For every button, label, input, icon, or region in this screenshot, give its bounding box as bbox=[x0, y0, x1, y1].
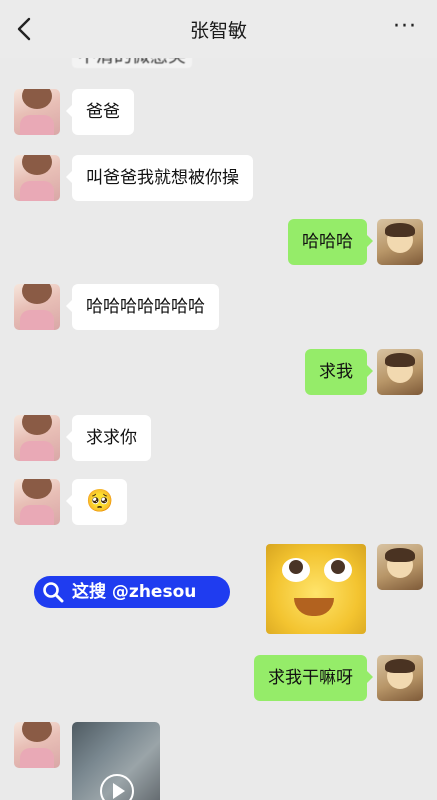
contact-avatar[interactable] bbox=[14, 89, 60, 135]
user-avatar[interactable] bbox=[377, 349, 423, 395]
watermark-badge: 这搜 @zhesou bbox=[34, 576, 230, 608]
play-icon[interactable] bbox=[100, 774, 134, 800]
contact-avatar[interactable] bbox=[14, 722, 60, 768]
contact-avatar[interactable] bbox=[14, 415, 60, 461]
contact-avatar[interactable] bbox=[14, 479, 60, 525]
message-bubble-incoming[interactable]: 求求你 bbox=[66, 415, 151, 461]
chat-title: 张智敏 bbox=[189, 20, 247, 42]
message-list[interactable]: 不清的微感笑 爸爸 叫爸爸我就想被你操 哈哈哈 哈哈哈哈哈哈哈 求我 求求你 🥺… bbox=[0, 58, 437, 800]
contact-avatar[interactable] bbox=[14, 284, 60, 330]
message-bubble-incoming[interactable]: 哈哈哈哈哈哈哈 bbox=[66, 284, 219, 330]
message-bubble-outgoing[interactable]: 求我 bbox=[305, 349, 373, 395]
message-bubble-outgoing[interactable]: 哈哈哈 bbox=[288, 219, 373, 265]
message-bubble-incoming[interactable]: 爸爸 bbox=[66, 89, 134, 135]
emoji-message[interactable]: 🥺 bbox=[65, 479, 128, 525]
more-options-icon[interactable]: ··· bbox=[393, 14, 417, 39]
user-avatar[interactable] bbox=[377, 544, 423, 590]
chat-header: 张智敏 ··· bbox=[0, 0, 437, 58]
contact-avatar[interactable] bbox=[14, 155, 60, 201]
partial-message-text: 不清的微感笑 bbox=[72, 58, 192, 68]
message-bubble-incoming[interactable]: 叫爸爸我就想被你操 bbox=[66, 155, 253, 201]
search-icon bbox=[43, 582, 64, 603]
message-bubble-outgoing[interactable]: 求我干嘛呀 bbox=[254, 655, 373, 701]
user-avatar[interactable] bbox=[377, 219, 423, 265]
sticker-message[interactable] bbox=[266, 544, 366, 634]
sticker-eye bbox=[282, 558, 310, 582]
watermark-text: 这搜 @zhesou bbox=[72, 582, 197, 602]
sticker-mouth bbox=[294, 598, 334, 616]
user-avatar[interactable] bbox=[377, 655, 423, 701]
video-message[interactable] bbox=[72, 722, 160, 800]
sticker-eye bbox=[324, 558, 352, 582]
